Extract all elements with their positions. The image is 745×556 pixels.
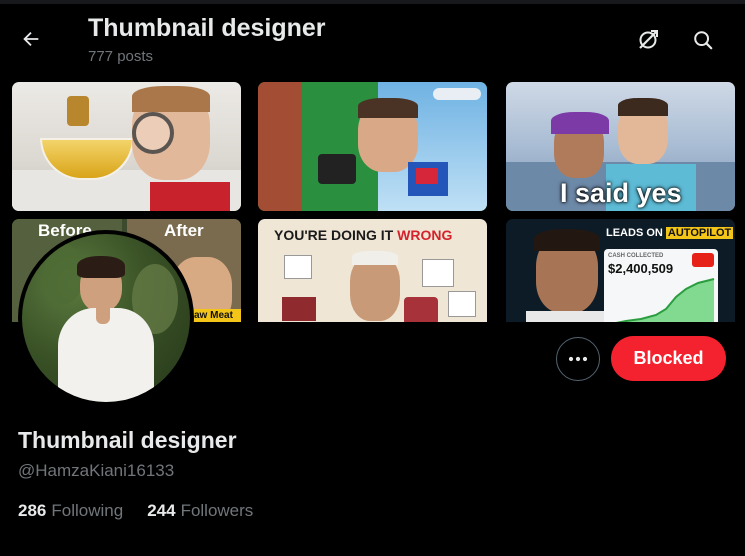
after-label: After <box>164 221 204 240</box>
more-options-button[interactable] <box>556 337 600 381</box>
headline-accent: WRONG <box>397 227 453 243</box>
thumbnail-1 <box>12 82 241 211</box>
profile-display-name: Thumbnail designer <box>18 427 237 453</box>
thumbnail-5-headline: YOU'RE DOING IT WRONG <box>274 227 452 243</box>
thumbnail-5: YOU'RE DOING IT WRONG <box>258 219 487 322</box>
cash-amount: $2,400,509 <box>608 261 674 276</box>
growth-chart-graphic <box>615 278 715 322</box>
grok-icon <box>639 30 658 49</box>
thumbnail-2 <box>258 82 487 211</box>
following-count: 286 <box>18 501 47 520</box>
leads-label: LEADS ON <box>606 227 666 239</box>
top-edge <box>0 0 745 4</box>
thumbnail-3-caption: I said yes <box>560 178 682 208</box>
posts-count: 777 posts <box>88 48 154 65</box>
profile-handle: @HamzaKiani16133 <box>18 461 175 480</box>
autopilot-label: AUTOPILOT <box>665 227 734 239</box>
avatar-ring[interactable] <box>18 230 194 406</box>
followers-count: 244 <box>147 501 176 520</box>
top-bar: Thumbnail designer 777 posts <box>0 0 745 76</box>
following-link[interactable]: 286 Following <box>18 501 123 521</box>
grok-button[interactable] <box>630 22 666 58</box>
thumbnail-6: LEADS ON AUTOPILOT CASH COLLECTED $2,400… <box>506 219 735 322</box>
thumbnail-3: I said yes <box>506 82 735 211</box>
page-title: Thumbnail designer <box>88 14 326 42</box>
thumbnail-6-label: LEADS ON AUTOPILOT <box>606 227 734 239</box>
raw-meat-caption: aw Meat <box>194 310 233 321</box>
followers-label: Followers <box>180 501 254 520</box>
following-label: Following <box>51 501 124 520</box>
avatar[interactable] <box>22 234 190 402</box>
search-button[interactable] <box>685 22 721 58</box>
blocked-button[interactable]: Blocked <box>611 336 726 381</box>
more-dots-icon <box>568 356 588 362</box>
follow-stats: 286 Following 244 Followers <box>18 501 277 521</box>
headline-main: YOU'RE DOING IT <box>274 227 398 243</box>
cash-collected-label: CASH COLLECTED <box>608 253 664 259</box>
search-icon <box>694 31 713 50</box>
arrow-left-icon <box>23 31 39 47</box>
followers-link[interactable]: 244 Followers <box>147 501 253 521</box>
back-button[interactable] <box>14 22 48 56</box>
